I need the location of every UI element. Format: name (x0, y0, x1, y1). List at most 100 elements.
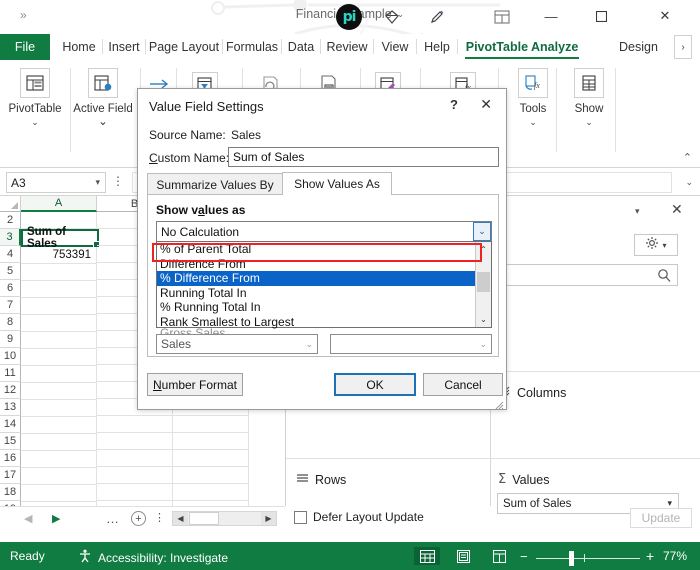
cell-b16[interactable] (97, 450, 173, 467)
zoom-slider-track[interactable] (536, 558, 640, 559)
tab-view[interactable]: View (374, 34, 417, 60)
ribbon-group-tools[interactable]: fx Tools ⌄ (502, 62, 564, 160)
cell-a8[interactable] (21, 315, 97, 332)
pane-tools-caret-icon[interactable]: ▾ (662, 241, 666, 250)
cell-c18[interactable] (173, 484, 249, 501)
pane-tools-button[interactable]: ▾ (634, 234, 678, 256)
cell-c17[interactable] (173, 467, 249, 484)
ok-button[interactable]: OK (334, 373, 416, 396)
cell-a10[interactable] (21, 349, 97, 366)
diamond-icon[interactable] (380, 5, 404, 29)
dropdown-item-percent-running-total-in[interactable]: % Running Total In (157, 300, 475, 315)
area-rows[interactable]: Rows (296, 472, 346, 488)
cell-a13[interactable] (21, 400, 97, 417)
select-all-corner[interactable] (0, 196, 21, 212)
close-button[interactable]: ✕ (650, 4, 680, 28)
minimize-button[interactable]: — (536, 4, 566, 28)
update-button[interactable]: Update (630, 508, 692, 528)
row-header-8[interactable]: 8 (0, 314, 21, 331)
cell-a12[interactable] (21, 383, 97, 400)
dialog-resize-grip[interactable] (494, 397, 504, 410)
tab-review[interactable]: Review (321, 34, 374, 60)
dialog-tab-show-values-as[interactable]: Show Values As (282, 172, 392, 195)
hscroll-thumb[interactable] (189, 512, 219, 525)
page-layout-icon[interactable] (450, 547, 476, 565)
zoom-in-button[interactable]: + (646, 548, 654, 564)
tab-file[interactable]: File (0, 34, 50, 60)
name-box-caret-icon[interactable]: ▾ (95, 177, 100, 188)
chevron-down-icon[interactable]: ⌄ (473, 222, 491, 241)
dropdown-item-difference-from[interactable]: Difference From (157, 257, 475, 272)
cancel-button[interactable]: Cancel (423, 373, 503, 396)
row-header-13[interactable]: 13 (0, 399, 21, 416)
row-header-16[interactable]: 16 (0, 450, 21, 467)
row-header-17[interactable]: 17 (0, 467, 21, 484)
cell-a14[interactable] (21, 417, 97, 434)
row-header-18[interactable]: 18 (0, 484, 21, 501)
maximize-button[interactable] (586, 4, 616, 28)
dropdown-item-rank-smallest-to-largest[interactable]: Rank Smallest to Largest (157, 315, 475, 330)
formula-bar-menu-icon[interactable]: ⋮ (112, 174, 125, 188)
dropdown-item-running-total-in[interactable]: Running Total In (157, 286, 475, 301)
column-header-a[interactable]: A (21, 196, 97, 212)
number-format-button[interactable]: Number Format (147, 373, 243, 396)
row-header-7[interactable]: 7 (0, 297, 21, 314)
show-dropdown-caret-icon[interactable]: ⌄ (585, 117, 593, 128)
row-header-15[interactable]: 15 (0, 433, 21, 450)
cell-b17[interactable] (97, 467, 173, 484)
base-field-caret-icon[interactable]: ⌄ (305, 339, 313, 350)
tab-formulas[interactable]: Formulas (223, 34, 282, 60)
cell-a3[interactable]: Sum of Sales (21, 226, 100, 250)
ribbon-display-options-icon[interactable] (490, 5, 514, 29)
base-field-combobox[interactable]: Sales ⌄ (156, 334, 318, 354)
name-box[interactable]: A3 ▾ (6, 172, 106, 193)
ribbon-group-active-field[interactable]: Active Field ⌄ (72, 62, 134, 160)
cell-a7[interactable] (21, 298, 97, 315)
ribbon-group-show[interactable]: Show ⌄ (558, 62, 620, 160)
row-header-5[interactable]: 5 (0, 263, 21, 280)
row-header-4[interactable]: 4 (0, 246, 21, 263)
row-header-9[interactable]: 9 (0, 331, 21, 348)
zoom-slider-thumb[interactable] (569, 551, 574, 566)
cell-a18[interactable] (21, 485, 97, 502)
ribbon-group-pivottable[interactable]: PivotTable ⌄ (4, 62, 66, 160)
zoom-percent-label[interactable]: 77% (663, 549, 687, 563)
row-header-12[interactable]: 12 (0, 382, 21, 399)
row-header-6[interactable]: 6 (0, 280, 21, 297)
base-item-caret-icon[interactable]: ⌄ (479, 339, 487, 350)
dropdown-scroll-thumb[interactable] (477, 272, 490, 292)
tools-dropdown-caret-icon[interactable]: ⌄ (529, 117, 537, 128)
quick-access-chevron-icon[interactable]: » (20, 8, 27, 22)
dropdown-item-percent-difference-from[interactable]: % Difference From (157, 271, 475, 286)
tab-home[interactable]: Home (56, 34, 103, 60)
ribbon-more-tabs-button[interactable]: › (674, 35, 692, 59)
cell-c15[interactable] (173, 433, 249, 450)
defer-layout-checkbox[interactable] (294, 511, 307, 524)
pivottable-dropdown-caret-icon[interactable]: ⌄ (31, 117, 39, 128)
show-values-as-dropdown-list[interactable]: % of Parent Total Difference From % Diff… (156, 241, 492, 330)
pane-menu-caret-icon[interactable]: ▾ (635, 206, 640, 217)
cell-b18[interactable] (97, 484, 173, 501)
area-columns[interactable]: Columns (498, 385, 566, 401)
formula-bar-expand-icon[interactable]: ⌄ (685, 177, 693, 188)
cell-a11[interactable] (21, 366, 97, 383)
sheet-next-button[interactable]: ▶ (52, 512, 60, 525)
dropdown-scroll-down-button[interactable]: ⌄ (476, 312, 491, 327)
row-header-10[interactable]: 10 (0, 348, 21, 365)
row-header-2[interactable]: 2 (0, 212, 21, 229)
hscroll-left-button[interactable]: ◀ (173, 512, 188, 525)
area-values[interactable]: Σ Values (498, 472, 550, 487)
cell-c16[interactable] (173, 450, 249, 467)
collapse-ribbon-button[interactable]: ⌃ (683, 151, 692, 164)
pane-close-button[interactable]: ✕ (671, 201, 683, 218)
status-accessibility-button[interactable]: Accessibility: Investigate (78, 549, 228, 566)
show-values-as-combobox[interactable]: No Calculation ⌄ (156, 221, 492, 242)
dropdown-scroll-up-button[interactable]: ⌃ (476, 242, 491, 257)
cell-a4[interactable]: 753391 (21, 247, 97, 264)
sheet-options-button[interactable]: ⋮ (154, 511, 165, 524)
add-sheet-button[interactable]: + (131, 511, 146, 526)
tab-design[interactable]: Design (611, 34, 666, 60)
row-header-14[interactable]: 14 (0, 416, 21, 433)
normal-view-icon[interactable] (414, 547, 440, 565)
cell-a17[interactable] (21, 468, 97, 485)
